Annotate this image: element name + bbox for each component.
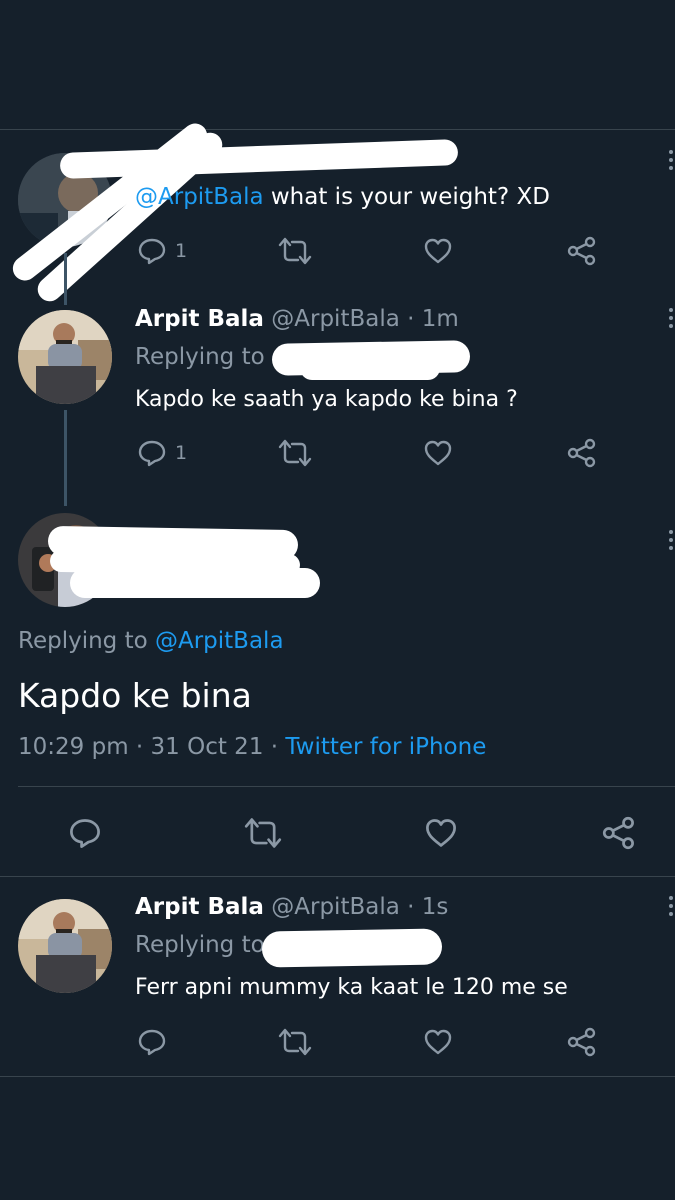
avatar-arpit-bala[interactable] <box>18 899 112 993</box>
tweet-header: Arpit Bala @ArpitBala · 1m <box>135 306 459 332</box>
share-button[interactable] <box>567 1027 597 1057</box>
retweet-button[interactable] <box>278 438 312 468</box>
timestamp: · 1m <box>399 306 459 332</box>
like-button[interactable] <box>423 438 453 468</box>
tweet-body: what is your weight? XD <box>263 184 550 210</box>
redaction-mark <box>70 568 320 598</box>
redaction-mark <box>300 356 440 380</box>
redaction-mark <box>59 139 459 179</box>
retweet-icon <box>278 1028 312 1056</box>
display-name[interactable]: Arpit Bala <box>135 306 264 332</box>
share-button[interactable] <box>567 236 597 266</box>
thread-line <box>64 255 67 305</box>
tweet-meta: 10:29 pm · 31 Oct 21 · Twitter for iPhon… <box>18 734 486 760</box>
timestamp: 10:29 pm · 31 Oct 21 · <box>18 734 286 760</box>
tweet-header: Arpit Bala @ArpitBala · 1s <box>135 894 448 920</box>
retweet-button[interactable] <box>278 1027 312 1057</box>
reply-button[interactable]: 1 <box>137 438 187 468</box>
reply-icon <box>138 440 166 467</box>
thread-line <box>64 410 67 506</box>
more-icon[interactable] <box>669 150 675 174</box>
tweet-body: Kapdo ke saath ya kapdo ke bina ? <box>135 387 518 412</box>
reply-icon <box>138 1029 166 1056</box>
replying-to: Replying to @ArpitBala <box>18 628 284 654</box>
mention-link[interactable]: @ArpitBala <box>135 184 264 210</box>
like-button[interactable] <box>423 236 453 266</box>
share-icon <box>567 236 596 266</box>
share-icon <box>567 438 596 468</box>
divider <box>0 1076 675 1077</box>
reply-icon <box>70 819 100 848</box>
share-icon <box>567 1027 596 1057</box>
retweet-icon <box>278 439 312 467</box>
heart-icon <box>424 1029 452 1055</box>
source-link[interactable]: Twitter for iPhone <box>285 734 486 760</box>
handle[interactable]: @ArpitBala <box>271 894 400 920</box>
share-button[interactable] <box>567 438 597 468</box>
top-divider <box>0 129 675 130</box>
replying-to-label: Replying to <box>18 628 155 654</box>
timestamp: · 1s <box>399 894 449 920</box>
reply-icon <box>138 238 166 265</box>
tweet-text: @ArpitBala what is your weight? XD <box>135 184 550 210</box>
reply-count: 1 <box>175 442 188 464</box>
reply-count: 1 <box>175 240 188 262</box>
more-icon[interactable] <box>669 530 675 554</box>
more-icon[interactable] <box>669 308 675 332</box>
retweet-button[interactable] <box>244 816 282 850</box>
like-button[interactable] <box>423 1027 453 1057</box>
display-name[interactable]: Arpit Bala <box>135 894 264 920</box>
retweet-button[interactable] <box>278 236 312 266</box>
divider <box>0 876 675 877</box>
mention-link[interactable]: @ArpitBala <box>155 628 284 654</box>
reply-button[interactable] <box>68 816 102 850</box>
share-icon <box>602 816 634 850</box>
tweet-body: Ferr apni mummy ka kaat le 120 me se <box>135 975 568 1000</box>
heart-icon <box>424 238 452 264</box>
replying-to-label: Replying to <box>135 932 265 958</box>
avatar-arpit-bala[interactable] <box>18 310 112 404</box>
heart-icon <box>424 440 452 466</box>
like-button[interactable] <box>424 816 458 850</box>
retweet-icon <box>278 237 312 265</box>
reply-button[interactable] <box>137 1027 167 1057</box>
redaction-mark <box>261 928 443 968</box>
replying-to-label: Replying to <box>135 344 265 370</box>
divider <box>18 786 675 787</box>
handle[interactable]: @ArpitBala <box>271 306 400 332</box>
tweet-body: Kapdo ke bina <box>18 676 252 715</box>
share-button[interactable] <box>602 816 636 850</box>
reply-button[interactable]: 1 <box>137 236 187 266</box>
heart-icon <box>426 819 456 847</box>
more-icon[interactable] <box>669 896 675 920</box>
retweet-icon <box>244 818 282 848</box>
